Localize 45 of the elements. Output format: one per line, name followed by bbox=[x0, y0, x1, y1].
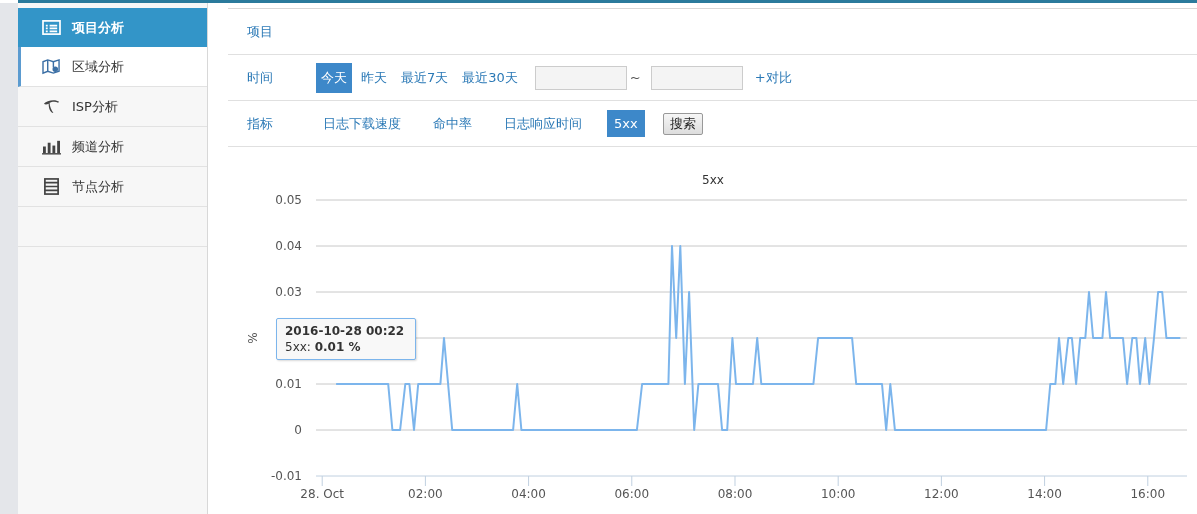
y-tick-label: 0.03 bbox=[275, 285, 302, 299]
filter-label: 项目 bbox=[247, 22, 274, 41]
filter-label: 时间 bbox=[247, 68, 274, 87]
range-separator: ~ bbox=[629, 70, 641, 85]
sidebar-item[interactable]: 节点分析 bbox=[18, 167, 207, 207]
y-tick-label: 0.05 bbox=[275, 193, 302, 207]
x-tick-label: 04:00 bbox=[511, 487, 546, 501]
x-tick-label: 14:00 bbox=[1027, 487, 1062, 501]
time-option[interactable]: 最近30天 bbox=[457, 62, 523, 93]
sidebar-item[interactable]: 项目分析 bbox=[18, 8, 207, 47]
x-tick-label: 10:00 bbox=[820, 487, 856, 501]
start-date-field[interactable] bbox=[534, 65, 627, 90]
x-tick-label: 06:00 bbox=[614, 487, 650, 501]
sidebar-item[interactable]: 频道分析 bbox=[18, 127, 207, 167]
tooltip-value: 5xx: 0.01 % bbox=[285, 340, 362, 354]
search-button[interactable]: 搜索 bbox=[662, 112, 703, 135]
y-tick-label: 0.04 bbox=[275, 239, 302, 253]
time-option[interactable]: 今天 bbox=[316, 62, 352, 93]
bar-chart-icon bbox=[42, 138, 61, 155]
x-tick-label: 02:00 bbox=[408, 487, 443, 501]
y-axis-label: % bbox=[246, 332, 260, 344]
y-tick-label: -0.01 bbox=[270, 469, 302, 483]
x-tick-label: 16:00 bbox=[1130, 487, 1166, 501]
server-icon bbox=[42, 178, 61, 195]
filter-label: 指标 bbox=[247, 114, 274, 133]
tooltip-title: 2016-10-28 00:22 bbox=[285, 324, 406, 338]
metric-option[interactable]: 日志响应时间 bbox=[497, 108, 589, 139]
y-tick-label: 0 bbox=[294, 423, 302, 437]
metric-option[interactable]: 日志下载速度 bbox=[316, 108, 408, 139]
y-tick-label: 0.01 bbox=[275, 377, 302, 391]
map-icon bbox=[42, 58, 61, 75]
x-tick-label: 12:00 bbox=[924, 487, 959, 501]
chart-title: 5xx bbox=[702, 173, 724, 187]
time-option[interactable]: 最近7天 bbox=[396, 62, 454, 93]
sidebar-item[interactable]: 区域分析 bbox=[18, 47, 207, 87]
sidebar-item[interactable]: ISP分析 bbox=[18, 87, 207, 127]
x-tick-label: 08:00 bbox=[717, 487, 753, 501]
logo-icon bbox=[42, 98, 61, 115]
metric-option[interactable]: 命中率 bbox=[426, 108, 479, 139]
compare-link[interactable]: +对比 bbox=[754, 68, 792, 87]
metric-option[interactable]: 5xx bbox=[607, 110, 645, 137]
time-option[interactable]: 昨天 bbox=[356, 62, 392, 93]
x-tick-label: 28. Oct bbox=[300, 487, 344, 501]
end-date-field[interactable] bbox=[650, 65, 743, 90]
list-icon bbox=[42, 19, 61, 36]
